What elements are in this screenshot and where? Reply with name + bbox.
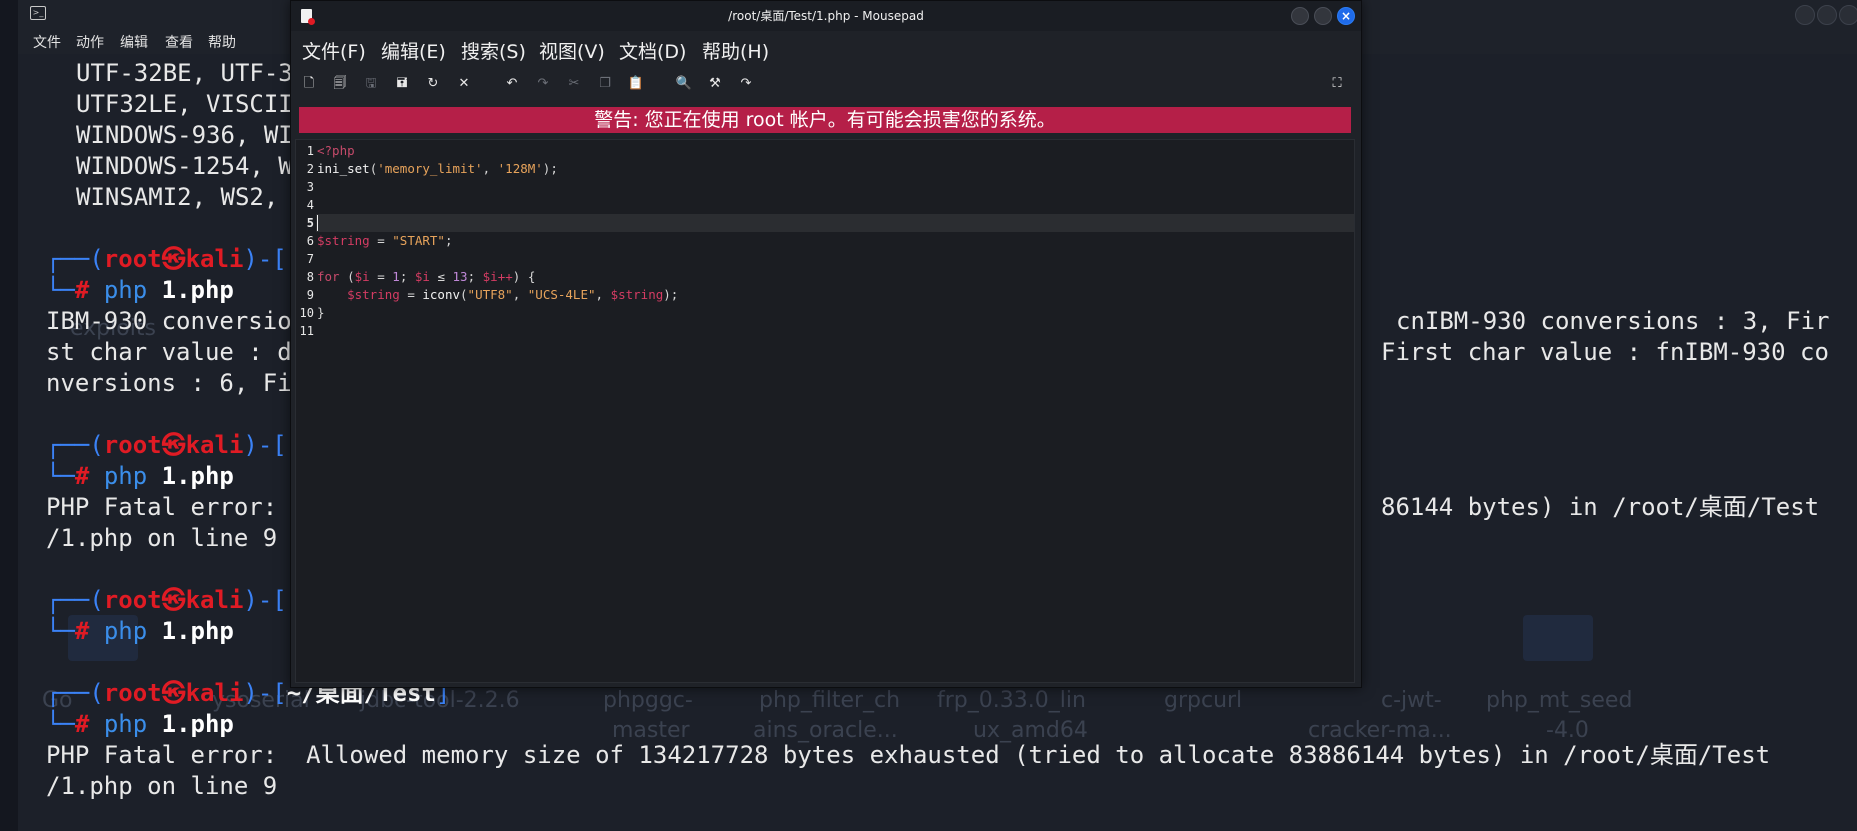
- line-number: 9: [306, 288, 314, 302]
- terminal-command: └─# php 1.php: [46, 276, 234, 304]
- line-number: 3: [306, 180, 314, 194]
- terminal-line: WINDOWS-936, WIN: [76, 121, 308, 149]
- menu-edit[interactable]: 编辑(E): [381, 37, 446, 64]
- terminal-line: WINDOWS-1254, WI: [76, 152, 308, 180]
- line-number: 8: [306, 270, 314, 284]
- terminal-line: nversions : 6, Fir: [46, 369, 307, 397]
- mousepad-titlebar[interactable]: /root/桌面/Test/1.php - Mousepad ×: [291, 1, 1361, 31]
- code-line: $string = iconv("UTF8", "UCS-4LE", $stri…: [347, 287, 679, 302]
- menu-help[interactable]: 帮助(H): [702, 37, 769, 64]
- go-to-line-icon[interactable]: ↷: [736, 74, 756, 94]
- bg-label-php-filter: php_filter_ch: [759, 688, 901, 713]
- maximize-button[interactable]: [1314, 7, 1332, 25]
- terminal-prompt: ┌──(root㉿kali)-[: [46, 586, 287, 614]
- code-line: <?php: [317, 143, 355, 158]
- terminal-menu-help[interactable]: 帮助: [208, 32, 236, 52]
- terminal-app-icon: >_: [30, 6, 46, 20]
- code-line: $string = "START";: [317, 233, 453, 248]
- code-editor[interactable]: 1 2 3 4 5 6 7 8 9 10 11 <?php ini_set('m…: [295, 139, 1355, 683]
- terminal-command: └─# php 1.php: [46, 462, 234, 490]
- redo-icon[interactable]: ↷: [533, 74, 553, 94]
- terminal-menu-action[interactable]: 动作: [76, 32, 104, 52]
- terminal-line: IBM-930 conversion: [46, 307, 307, 335]
- menu-file[interactable]: 文件(F): [302, 37, 366, 64]
- text-cursor: [317, 215, 318, 231]
- root-warning-banner: 警告: 您正在使用 root 帐户。有可能会损害您的系统。: [299, 107, 1351, 133]
- close-button[interactable]: ×: [1337, 7, 1355, 25]
- mousepad-menubar: [291, 31, 1361, 65]
- terminal-line: /1.php on line 9: [46, 772, 278, 800]
- menu-view[interactable]: 视图(V): [539, 37, 605, 64]
- close-document-icon[interactable]: ✕: [454, 74, 474, 94]
- terminal-close-button[interactable]: [1839, 5, 1857, 25]
- terminal-menu-view[interactable]: 查看: [165, 32, 193, 52]
- line-number: 10: [299, 306, 314, 320]
- find-replace-icon[interactable]: ⚒: [705, 74, 725, 94]
- line-number: 11: [299, 324, 314, 338]
- terminal-line: UTF32LE, VISCII: [76, 90, 293, 118]
- terminal-command: └─# php 1.php: [46, 710, 234, 738]
- terminal-command: └─# php 1.php: [46, 617, 234, 645]
- terminal-prompt: ┌──(root㉿kali)-[: [46, 245, 287, 273]
- minimize-button[interactable]: [1291, 7, 1309, 25]
- folder-icon: [1523, 615, 1593, 661]
- terminal-line: st char value : dr: [46, 338, 307, 366]
- copy-icon[interactable]: ❐: [595, 74, 615, 94]
- terminal-line: PHP Fatal error:: [46, 493, 278, 521]
- bg-label-mt-seed: php_mt_seed: [1486, 688, 1633, 713]
- terminal-prompt: ┌──(root㉿kali)-[: [46, 431, 287, 459]
- current-line-highlight: [316, 214, 1354, 232]
- bg-label-frp: frp_0.33.0_lin: [937, 688, 1086, 713]
- save-icon[interactable]: 🖫: [361, 74, 381, 94]
- line-number: 7: [306, 252, 314, 266]
- reload-icon[interactable]: ↻: [423, 74, 443, 94]
- code-line: }: [317, 305, 325, 320]
- cut-icon[interactable]: ✂: [564, 74, 584, 94]
- terminal-minimize-button[interactable]: [1795, 5, 1815, 25]
- undo-icon[interactable]: ↶: [502, 74, 522, 94]
- save-as-icon[interactable]: 🖬: [392, 74, 412, 94]
- bg-label-phpggc: phpggc-: [603, 688, 693, 713]
- new-document-icon[interactable]: 🗋: [299, 74, 319, 94]
- terminal-menu-file[interactable]: 文件: [33, 32, 61, 52]
- terminal-line-right: First char value : fnIBM-930 co: [1381, 338, 1829, 366]
- paste-icon[interactable]: 📋: [626, 74, 646, 94]
- terminal-line-right: 86144 bytes) in /root/桌面/Test: [1381, 493, 1820, 521]
- menu-document[interactable]: 文档(D): [619, 37, 686, 64]
- menu-search[interactable]: 搜索(S): [461, 37, 526, 64]
- fullscreen-icon[interactable]: ⛶: [1327, 74, 1347, 94]
- toolbar: [291, 69, 1361, 101]
- code-line: for ($i = 1; $i ≤ 13; $i++) {: [317, 269, 536, 284]
- terminal-line-right: cnIBM-930 conversions : 3, Fir: [1396, 307, 1830, 335]
- bg-label-jwt: c-jwt-: [1381, 688, 1442, 713]
- line-number: 6: [306, 234, 314, 248]
- line-number: 4: [306, 198, 314, 212]
- terminal-maximize-button[interactable]: [1817, 5, 1837, 25]
- new-window-icon[interactable]: 🗐: [330, 74, 350, 94]
- terminal-line: PHP Fatal error: Allowed memory size of …: [46, 741, 1771, 769]
- line-number: 2: [306, 162, 314, 176]
- code-line: ini_set('memory_limit', '128M');: [317, 161, 558, 176]
- terminal-line: WINSAMI2, WS2, Y: [76, 183, 308, 211]
- line-number-current: 5: [306, 216, 314, 230]
- find-icon[interactable]: 🔍: [674, 74, 694, 94]
- terminal-line: UTF-32BE, UTF-32: [76, 59, 308, 87]
- terminal-menu-edit[interactable]: 编辑: [120, 32, 148, 52]
- line-number: 1: [306, 144, 314, 158]
- bg-label-grpcurl: grpcurl: [1164, 688, 1243, 713]
- terminal-line: /1.php on line 9: [46, 524, 278, 552]
- mousepad-window: /root/桌面/Test/1.php - Mousepad × 文件(F) 编…: [290, 0, 1362, 688]
- window-title: /root/桌面/Test/1.php - Mousepad: [728, 9, 924, 23]
